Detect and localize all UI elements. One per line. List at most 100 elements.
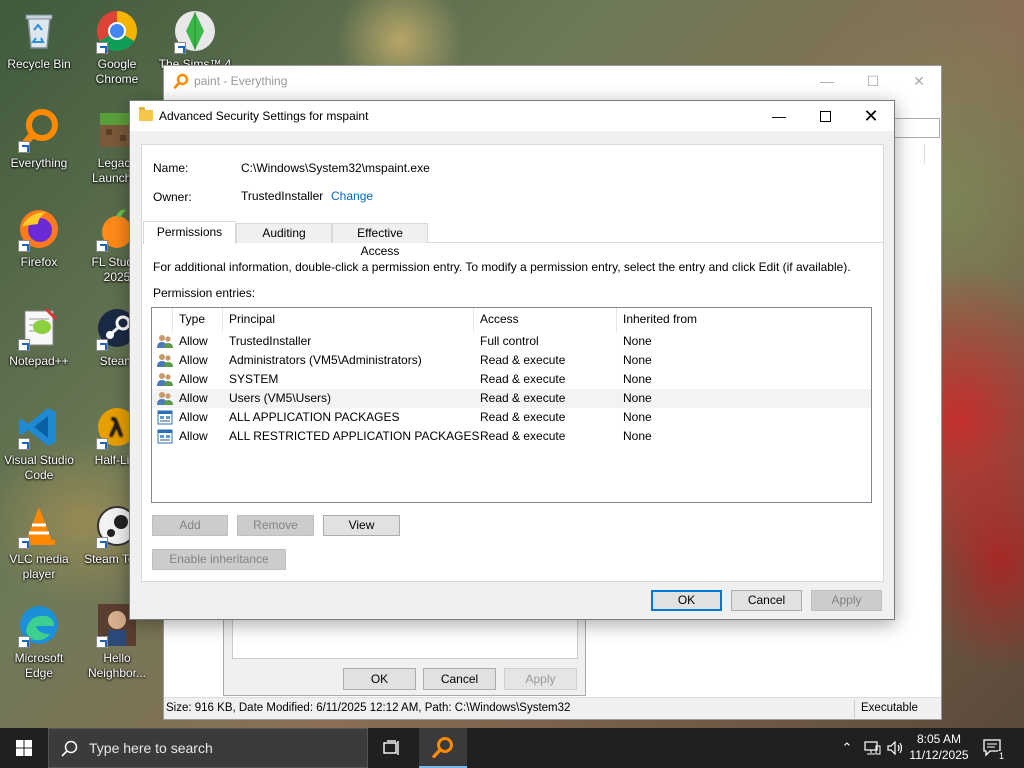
desktop-icon-chrome[interactable]: Google Chrome bbox=[78, 8, 156, 87]
close-button[interactable]: ✕ bbox=[848, 101, 894, 131]
search-placeholder: Type here to search bbox=[89, 740, 213, 756]
desktop-icon-label: Notepad++ bbox=[9, 354, 69, 368]
minimize-button[interactable]: — bbox=[804, 66, 850, 96]
permission-row[interactable]: Allow Users (VM5\Users) Read & execute N… bbox=[152, 389, 871, 408]
desktop-icon-sims[interactable]: The Sims™ 4 bbox=[156, 8, 234, 72]
firefox-icon bbox=[16, 206, 62, 252]
entry-access: Read & execute bbox=[480, 372, 566, 386]
entry-type: Allow bbox=[179, 391, 208, 405]
users-group-icon bbox=[157, 335, 173, 348]
sims-icon bbox=[172, 8, 218, 54]
users-group-icon bbox=[157, 392, 173, 405]
tab-auditing[interactable]: Auditing bbox=[236, 223, 332, 243]
dialog-title: Advanced Security Settings for mspaint bbox=[159, 109, 369, 123]
start-button[interactable] bbox=[0, 728, 48, 768]
folder-icon bbox=[139, 107, 153, 121]
taskbar-everything-button[interactable] bbox=[419, 728, 467, 768]
desktop-icon-recycle-bin[interactable]: Recycle Bin bbox=[0, 8, 78, 72]
notification-center-button[interactable]: 1 bbox=[978, 728, 1008, 768]
entry-inherited: None bbox=[623, 353, 652, 367]
minimize-icon: — bbox=[772, 108, 786, 124]
users-group-icon bbox=[157, 373, 173, 386]
volume-button[interactable] bbox=[884, 728, 906, 768]
cancel-button[interactable]: Cancel bbox=[731, 590, 802, 611]
permission-entries-list[interactable]: Type Principal Access Inherited from All… bbox=[151, 307, 872, 503]
column-header-type[interactable]: Type bbox=[179, 312, 205, 326]
view-button[interactable]: View bbox=[323, 515, 400, 536]
close-button[interactable]: ✕ bbox=[896, 66, 942, 96]
minimize-button[interactable]: — bbox=[756, 101, 802, 131]
desktop-icon-vscode[interactable]: Visual Studio Code bbox=[0, 404, 78, 483]
dialog-content: Name: C:\Windows\System32\mspaint.exe Ow… bbox=[141, 144, 884, 582]
edge-icon bbox=[16, 602, 62, 648]
entry-principal: ALL RESTRICTED APPLICATION PACKAGES bbox=[229, 429, 480, 443]
desktop-icon-label: Microsoft bbox=[14, 651, 64, 665]
recycle-bin-icon bbox=[16, 8, 62, 54]
maximize-button[interactable] bbox=[802, 101, 848, 131]
entry-type: Allow bbox=[179, 429, 208, 443]
close-icon: ✕ bbox=[913, 72, 925, 89]
desktop-icon-vlc[interactable]: VLC media player bbox=[0, 503, 78, 582]
desktop-icon-label: Google bbox=[97, 57, 137, 71]
advanced-security-dialog: Advanced Security Settings for mspaint —… bbox=[129, 100, 895, 620]
entry-principal: Users (VM5\Users) bbox=[229, 391, 332, 405]
maximize-icon: ☐ bbox=[866, 72, 880, 89]
chevron-up-icon: ⌃ bbox=[841, 740, 853, 755]
tab-permissions[interactable]: Permissions bbox=[143, 221, 236, 244]
svg-text:λ: λ bbox=[109, 414, 123, 442]
column-header-principal[interactable]: Principal bbox=[229, 312, 275, 326]
status-file-type: Executable bbox=[861, 702, 918, 714]
entry-access: Full control bbox=[480, 334, 539, 348]
list-header: Type Principal Access Inherited from bbox=[152, 308, 871, 332]
properties-content-box bbox=[232, 619, 578, 659]
permission-entries-label: Permission entries: bbox=[153, 286, 256, 300]
everything-icon bbox=[432, 737, 453, 758]
taskbar-search-box[interactable]: Type here to search bbox=[48, 728, 368, 768]
everything-search-input[interactable] bbox=[894, 118, 940, 138]
desktop-icon-label: Everything bbox=[10, 156, 68, 170]
remove-button: Remove bbox=[237, 515, 314, 536]
permission-row[interactable]: Allow SYSTEM Read & execute None bbox=[152, 370, 871, 389]
column-header-inherited[interactable]: Inherited from bbox=[623, 312, 697, 326]
ok-button[interactable]: OK bbox=[651, 590, 722, 611]
tab-effective-access[interactable]: Effective Access bbox=[332, 223, 428, 258]
entry-access: Read & execute bbox=[480, 353, 566, 367]
change-owner-link[interactable]: Change bbox=[331, 189, 373, 203]
permission-row[interactable]: Allow TrustedInstaller Full control None bbox=[152, 332, 871, 351]
desktop-icon-firefox[interactable]: Firefox bbox=[0, 206, 78, 270]
desktop-icon-everything[interactable]: Everything bbox=[0, 107, 78, 171]
desktop-icon-edge[interactable]: Microsoft Edge bbox=[0, 602, 78, 681]
owner-value: TrustedInstaller bbox=[241, 189, 324, 203]
desktop-icon-label: Chrome bbox=[95, 72, 139, 86]
network-button[interactable] bbox=[860, 728, 884, 768]
entry-type: Allow bbox=[179, 334, 208, 348]
properties-ok-button[interactable]: OK bbox=[343, 668, 416, 690]
permission-row[interactable]: Allow Administrators (VM5\Administrators… bbox=[152, 351, 871, 370]
desktop-icon-notepadpp[interactable]: Notepad++ bbox=[0, 305, 78, 369]
entry-inherited: None bbox=[623, 334, 652, 348]
apply-button: Apply bbox=[811, 590, 882, 611]
chrome-icon bbox=[94, 8, 140, 54]
system-clock[interactable]: 8:05 AM 11/12/2025 bbox=[906, 731, 972, 763]
entry-principal: TrustedInstaller bbox=[229, 334, 312, 348]
app-package-icon bbox=[157, 410, 173, 425]
notification-badge: 1 bbox=[997, 751, 1005, 761]
entry-principal: SYSTEM bbox=[229, 372, 279, 386]
show-hidden-icons-button[interactable]: ⌃ bbox=[836, 728, 858, 768]
column-divider bbox=[924, 144, 925, 164]
desktop-icon-label: VLC media bbox=[9, 552, 69, 566]
entry-principal: Administrators (VM5\Administrators) bbox=[229, 353, 422, 367]
maximize-button[interactable]: ☐ bbox=[850, 66, 896, 96]
entry-type: Allow bbox=[179, 410, 208, 424]
permission-row[interactable]: Allow ALL RESTRICTED APPLICATION PACKAGE… bbox=[152, 427, 871, 446]
taskbar: Type here to search ⌃ 8:05 AM 11/12/2025… bbox=[0, 728, 1024, 768]
desktop-icon-label: Hello bbox=[103, 651, 131, 665]
name-label: Name: bbox=[153, 161, 189, 175]
maximize-icon bbox=[819, 110, 831, 122]
column-header-access[interactable]: Access bbox=[480, 312, 519, 326]
clock-time: 8:05 AM bbox=[916, 732, 962, 746]
task-view-button[interactable] bbox=[368, 728, 416, 768]
everything-icon bbox=[173, 73, 189, 89]
properties-cancel-button[interactable]: Cancel bbox=[423, 668, 496, 690]
permission-row[interactable]: Allow ALL APPLICATION PACKAGES Read & ex… bbox=[152, 408, 871, 427]
